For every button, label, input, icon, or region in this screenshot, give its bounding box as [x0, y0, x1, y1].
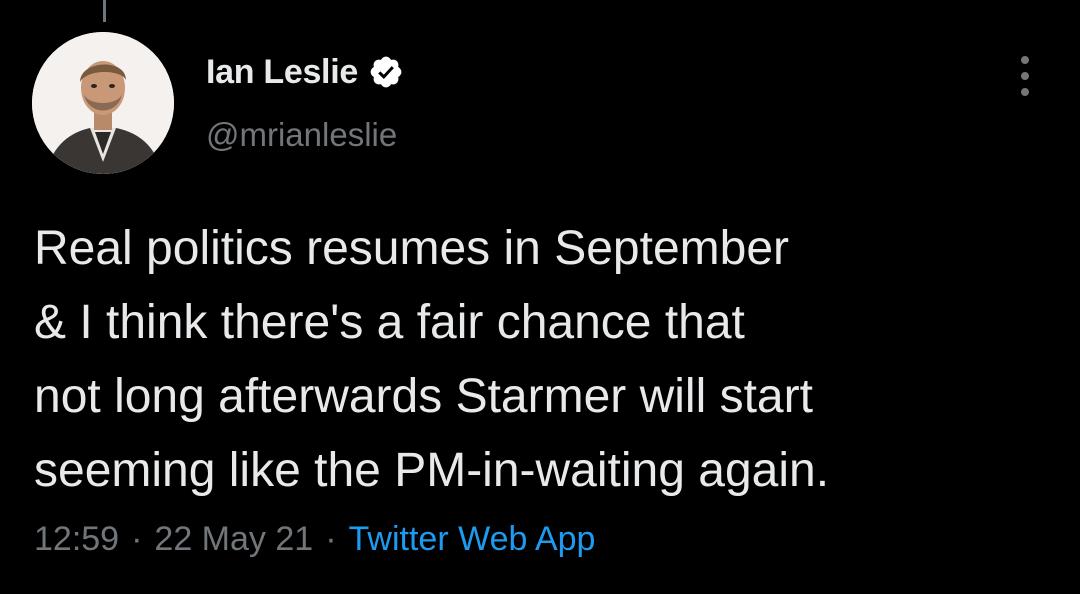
author-avatar[interactable] — [32, 32, 174, 174]
more-dot — [1021, 88, 1029, 96]
verified-badge-icon — [370, 56, 402, 88]
author-name-row[interactable]: Ian Leslie — [206, 50, 404, 94]
tweet-date[interactable]: 22 May 21 — [154, 520, 313, 559]
author-display-name[interactable]: Ian Leslie — [206, 53, 358, 92]
author-handle[interactable]: @mrianleslie — [206, 116, 397, 154]
profile-photo-icon — [32, 32, 174, 174]
meta-separator: · — [131, 520, 143, 558]
tweet-metadata: 12:59 · 22 May 21 · Twitter Web App — [34, 520, 595, 559]
more-options-icon[interactable] — [1010, 56, 1040, 96]
tweet-source-link[interactable]: Twitter Web App — [349, 520, 596, 559]
tweet-text: Real politics resumes in September & I t… — [34, 222, 830, 497]
thread-connector-line — [103, 0, 106, 22]
tweet-time[interactable]: 12:59 — [34, 520, 119, 559]
meta-separator: · — [325, 520, 337, 558]
more-dot — [1021, 56, 1029, 64]
more-dot — [1021, 72, 1029, 80]
